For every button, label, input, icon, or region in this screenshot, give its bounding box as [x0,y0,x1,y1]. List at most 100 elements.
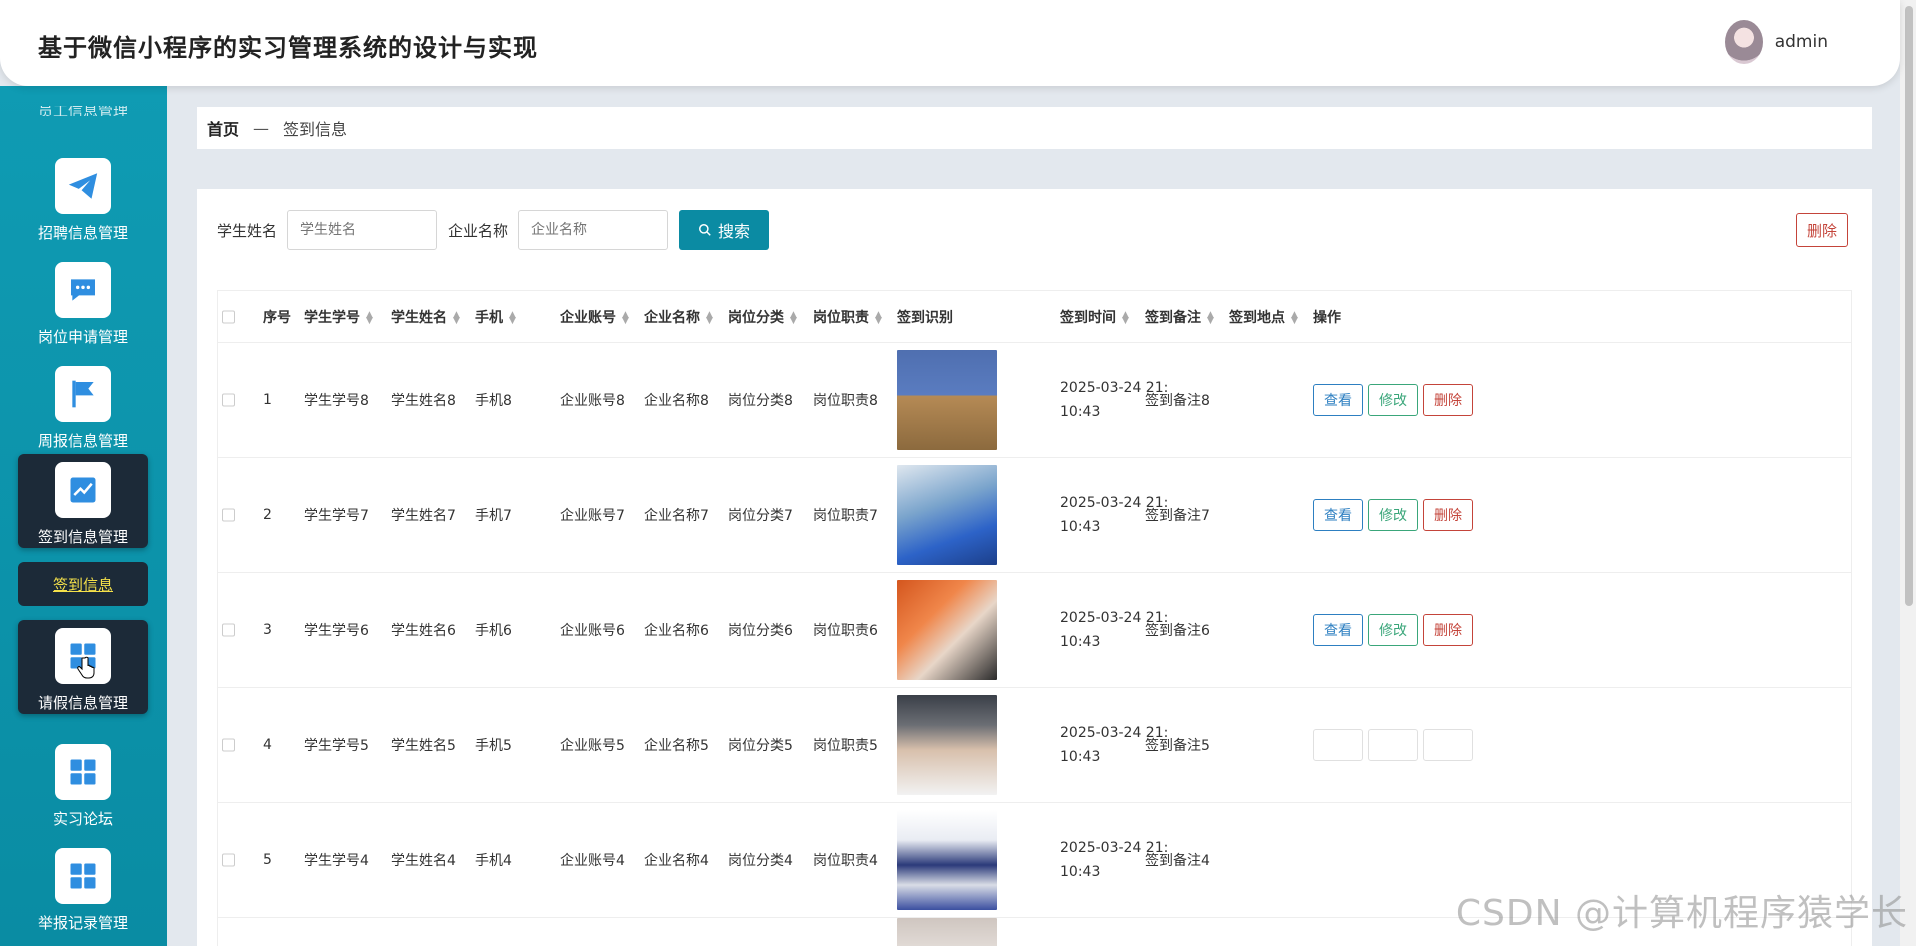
sidebar-item-cut-label[interactable]: 员工信息管理 [38,106,128,116]
sidebar-item-report[interactable]: 举报记录管理 [18,840,148,934]
cell-student-name: 学生姓名8 [391,393,456,409]
view-button[interactable]: 查看 [1313,614,1363,646]
header-label: 手机 [475,309,503,326]
sort-icon[interactable]: ▲ ▼ [1291,310,1298,325]
header-phone[interactable]: 手机 ▲ ▼ [475,307,516,327]
checkin-photo[interactable] [897,695,997,795]
search-button[interactable]: 搜索 [679,210,770,250]
sidebar-item-label: 岗位申请管理 [37,328,128,346]
cell-company-account: 企业账号7 [560,508,625,524]
delete-button[interactable]: 删除 [1423,614,1473,646]
row-checkbox[interactable] [222,853,235,867]
cell-phone: 手机8 [475,393,512,409]
header-label: 岗位职责 [813,309,869,326]
header-checkin-place[interactable]: 签到地点 ▲ ▼ [1229,307,1298,327]
sidebar-subitem-checkin-info[interactable]: 签到信息 [18,562,148,606]
chart-icon [55,462,111,518]
user-menu[interactable]: admin [1724,20,1828,64]
cell-job-category: 岗位分类6 [728,623,793,639]
cell-checkin-note: 签到备注8 [1145,393,1210,409]
sort-icon[interactable]: ▲ ▼ [706,310,713,325]
sort-icon[interactable]: ▲ ▼ [1122,310,1129,325]
sort-icon[interactable]: ▲ ▼ [875,310,882,325]
cell-student-id: 学生学号7 [304,508,369,524]
cell-checkin-note: 签到备注5 [1145,738,1210,754]
cell-student-name: 学生姓名4 [391,853,456,869]
header-company-account[interactable]: 企业账号 ▲ ▼ [560,307,629,327]
sort-icon[interactable]: ▲ ▼ [622,310,629,325]
sidebar-item-application[interactable]: 岗位申请管理 [18,254,148,348]
row-checkbox[interactable] [222,623,235,637]
cell-student-name: 学生姓名5 [391,738,456,754]
sidebar-item-label: 请假信息管理 [37,694,128,712]
cell-student-id: 学生学号5 [304,738,369,754]
checkin-photo[interactable] [897,580,997,680]
checkin-table: 序号 学生学号 ▲ ▼ 学生姓名 ▲ ▼ 手机 ▲ ▼ 企业账号 ▲ ▼ 企业名称 ▲ ▼ 岗位分类… [217,290,1852,946]
cell-company-account: 企业账号6 [560,623,625,639]
table-header: 序号 学生学号 ▲ ▼ 学生姓名 ▲ ▼ 手机 ▲ ▼ 企业账号 ▲ ▼ 企业名称 ▲ ▼ 岗位分类… [218,291,1851,343]
header-label: 企业账号 [560,309,616,326]
header-actions: 操作 [1313,309,1341,326]
student-name-input[interactable] [287,210,438,250]
header-student-id[interactable]: 学生学号 ▲ ▼ [304,307,373,327]
header-label: 学生学号 [304,309,360,326]
edit-button[interactable]: 修改 [1368,499,1418,531]
checkin-photo[interactable] [897,810,997,910]
sidebar-item-label: 周报信息管理 [37,432,128,450]
company-name-input[interactable] [518,210,669,250]
grid-icon [55,628,111,684]
checkin-photo[interactable] [897,918,997,946]
edit-button[interactable] [1368,729,1418,761]
cell-phone: 手机6 [475,623,512,639]
header-label: 签到地点 [1229,309,1285,326]
sidebar-item-forum[interactable]: 实习论坛 [18,736,148,830]
avatar[interactable] [1724,20,1763,64]
header-label: 企业名称 [644,309,700,326]
batch-delete-button[interactable]: 删除 [1796,213,1848,247]
scrollbar-thumb[interactable] [1905,6,1913,606]
header-checkin-time[interactable]: 签到时间 ▲ ▼ [1060,307,1129,327]
edit-button[interactable]: 修改 [1368,384,1418,416]
user-name[interactable]: admin [1775,32,1828,52]
cell-job-duty: 岗位职责6 [813,623,878,639]
header-label: 签到时间 [1060,309,1116,326]
view-button[interactable]: 查看 [1313,499,1363,531]
page-scrollbar[interactable] [1900,0,1916,946]
sort-icon[interactable]: ▲ ▼ [453,310,460,325]
header-checkin-note[interactable]: 签到备注 ▲ ▼ [1145,307,1214,327]
sidebar-item-weekly[interactable]: 周报信息管理 [18,358,148,452]
header-company-name[interactable]: 企业名称 ▲ ▼ [644,307,713,327]
header-no: 序号 [263,309,291,326]
header-job-duty[interactable]: 岗位职责 ▲ ▼ [813,307,882,327]
delete-button[interactable]: 删除 [1423,384,1473,416]
sort-icon[interactable]: ▲ ▼ [509,310,516,325]
view-button[interactable] [1313,729,1363,761]
sidebar-item-checkin[interactable]: 签到信息管理 [18,454,148,548]
breadcrumb-current: 签到信息 [283,120,348,139]
row-checkbox[interactable] [222,738,235,752]
sidebar-item-recruitment[interactable]: 招聘信息管理 [18,150,148,244]
cell-student-id: 学生学号8 [304,393,369,409]
breadcrumb-home[interactable]: 首页 [207,116,239,140]
delete-button[interactable]: 删除 [1423,499,1473,531]
row-checkbox[interactable] [222,508,235,522]
sidebar-item-leave[interactable]: 请假信息管理 [18,620,148,714]
row-checkbox[interactable] [222,393,235,407]
sort-icon[interactable]: ▲ ▼ [366,310,373,325]
delete-button[interactable] [1423,729,1473,761]
cell-no: 4 [263,737,272,753]
checkin-photo[interactable] [897,465,997,565]
sidebar-subitem-label: 签到信息 [52,575,113,594]
checkin-photo[interactable] [897,350,997,450]
cell-company-name: 企业名称5 [644,738,709,754]
cell-checkin-note: 签到备注4 [1145,853,1210,869]
cell-company-name: 企业名称7 [644,508,709,524]
sort-icon[interactable]: ▲ ▼ [1207,310,1214,325]
view-button[interactable]: 查看 [1313,384,1363,416]
header-student-name[interactable]: 学生姓名 ▲ ▼ [391,307,460,327]
sort-icon[interactable]: ▲ ▼ [790,310,797,325]
select-all-checkbox[interactable] [222,310,235,323]
header-job-category[interactable]: 岗位分类 ▲ ▼ [728,307,797,327]
cell-job-duty: 岗位职责5 [813,738,878,754]
edit-button[interactable]: 修改 [1368,614,1418,646]
